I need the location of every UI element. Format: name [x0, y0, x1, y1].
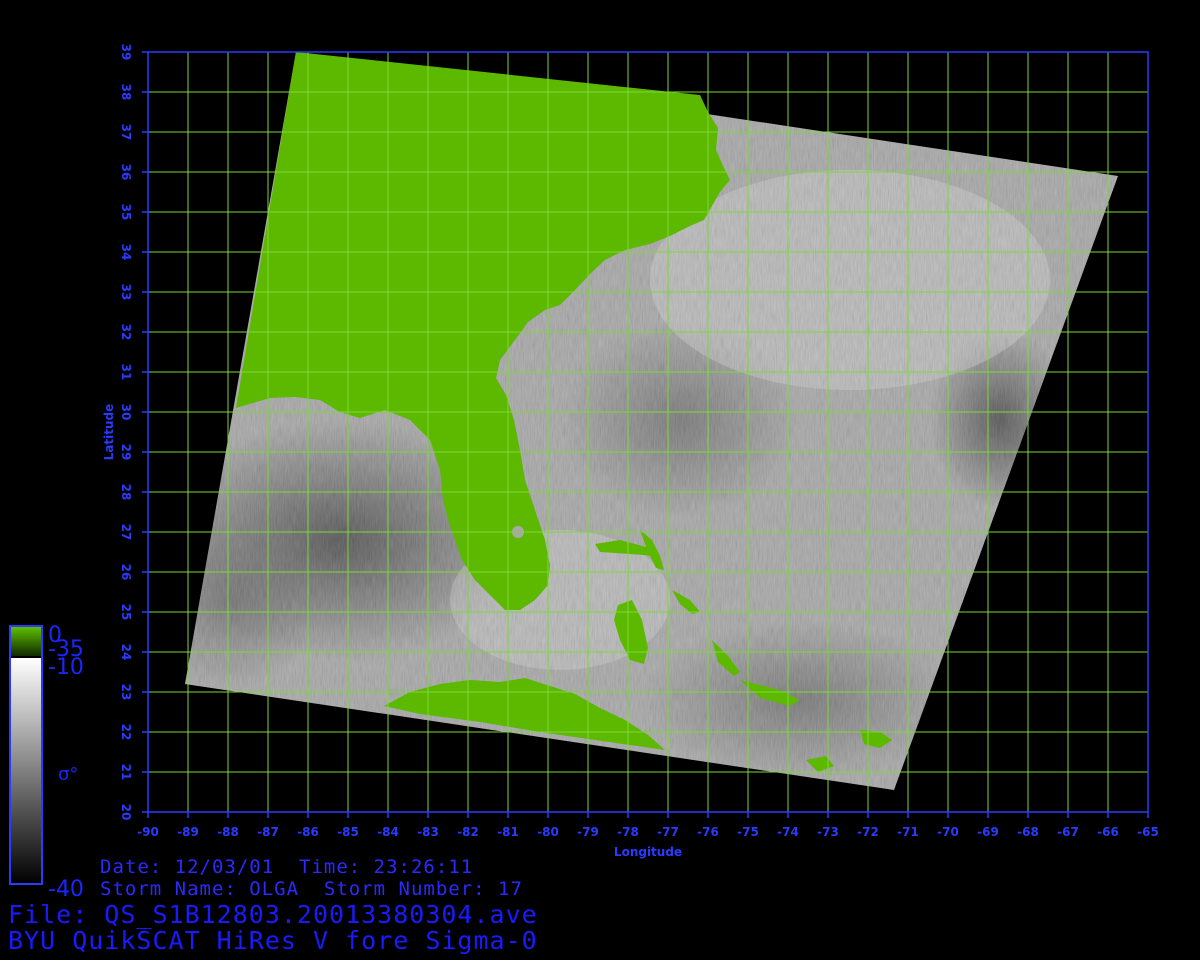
- x-tick-label: -90: [137, 825, 159, 839]
- x-tick-label: -73: [817, 825, 839, 839]
- x-tick-label: -71: [897, 825, 919, 839]
- x-tick-label: -81: [497, 825, 519, 839]
- x-tick-label: -74: [777, 825, 799, 839]
- x-tick-label: -78: [617, 825, 639, 839]
- x-tick-label: -69: [977, 825, 999, 839]
- y-tick-label: 30: [119, 404, 133, 421]
- y-tick-label: 37: [119, 124, 133, 141]
- swath-image: [185, 52, 1118, 790]
- y-tick-label: 39: [119, 44, 133, 61]
- x-tick-label: -72: [857, 825, 879, 839]
- x-tick-label: -76: [697, 825, 719, 839]
- colorbar-units-label: σ°: [58, 764, 78, 785]
- x-tick-label: -86: [297, 825, 319, 839]
- x-tick-label: -75: [737, 825, 759, 839]
- y-tick-label: 25: [119, 604, 133, 621]
- x-tick-label: -84: [377, 825, 399, 839]
- x-tick-label: -85: [337, 825, 359, 839]
- y-tick-label: 24: [119, 644, 133, 661]
- x-tick-label: -89: [177, 825, 199, 839]
- colorbar: 0 -35 -10 σ° -40: [9, 623, 84, 902]
- x-tick-label: -70: [937, 825, 959, 839]
- y-tick-label: 34: [119, 244, 133, 261]
- y-tick-label: 38: [119, 84, 133, 101]
- x-tick-label: -66: [1097, 825, 1119, 839]
- sigma0-map: -90 -89 -88 -87 -86 -85 -84 -83 -82 -81 -80 -79 -78 -…: [9, 44, 1159, 902]
- x-tick-label: -87: [257, 825, 279, 839]
- x-tick-label: -77: [657, 825, 679, 839]
- y-tick-label: 32: [119, 324, 133, 341]
- storm-line: Storm Name: OLGA Storm Number: 17: [100, 878, 523, 900]
- y-tick-label: 36: [119, 164, 133, 181]
- x-tick-label: -79: [577, 825, 599, 839]
- x-tick-label: -88: [217, 825, 239, 839]
- y-tick-label: 20: [119, 804, 133, 821]
- x-tick-label: -82: [457, 825, 479, 839]
- x-axis-ticks: -90 -89 -88 -87 -86 -85 -84 -83 -82 -81 -80 -79 -78 -…: [137, 812, 1159, 839]
- y-tick-label: 27: [119, 524, 133, 541]
- y-tick-label: 22: [119, 724, 133, 741]
- y-tick-label: 29: [119, 444, 133, 461]
- y-tick-label: 21: [119, 764, 133, 781]
- colorbar-land-swatch: [10, 626, 42, 656]
- x-tick-label: -67: [1057, 825, 1079, 839]
- y-tick-label: 23: [119, 684, 133, 701]
- date-time-line: Date: 12/03/01 Time: 23:26:11: [100, 856, 474, 878]
- y-axis-ticks: 20 21 22 23 24 25 26 27 28 29 30 31 32 33 34 35 36 37 38 39: [119, 44, 148, 821]
- y-axis-label: Latitude: [102, 404, 116, 461]
- colorbar-bottom-label: -40: [48, 877, 84, 902]
- y-tick-label: 33: [119, 284, 133, 301]
- x-tick-label: -68: [1017, 825, 1039, 839]
- colorbar-gradient: [10, 658, 42, 884]
- y-tick-label: 35: [119, 204, 133, 221]
- x-tick-label: -65: [1137, 825, 1159, 839]
- product-line: BYU QuikSCAT HiRes V fore Sigma-0: [8, 926, 538, 955]
- colorbar-top-label: -10: [48, 655, 84, 680]
- x-tick-label: -80: [537, 825, 559, 839]
- file-line: File: QS_S1B12803.20013380304.ave: [8, 900, 538, 929]
- x-axis-label: Longitude: [614, 845, 682, 859]
- y-tick-label: 28: [119, 484, 133, 501]
- y-tick-label: 26: [119, 564, 133, 581]
- y-tick-label: 31: [119, 364, 133, 381]
- x-tick-label: -83: [417, 825, 439, 839]
